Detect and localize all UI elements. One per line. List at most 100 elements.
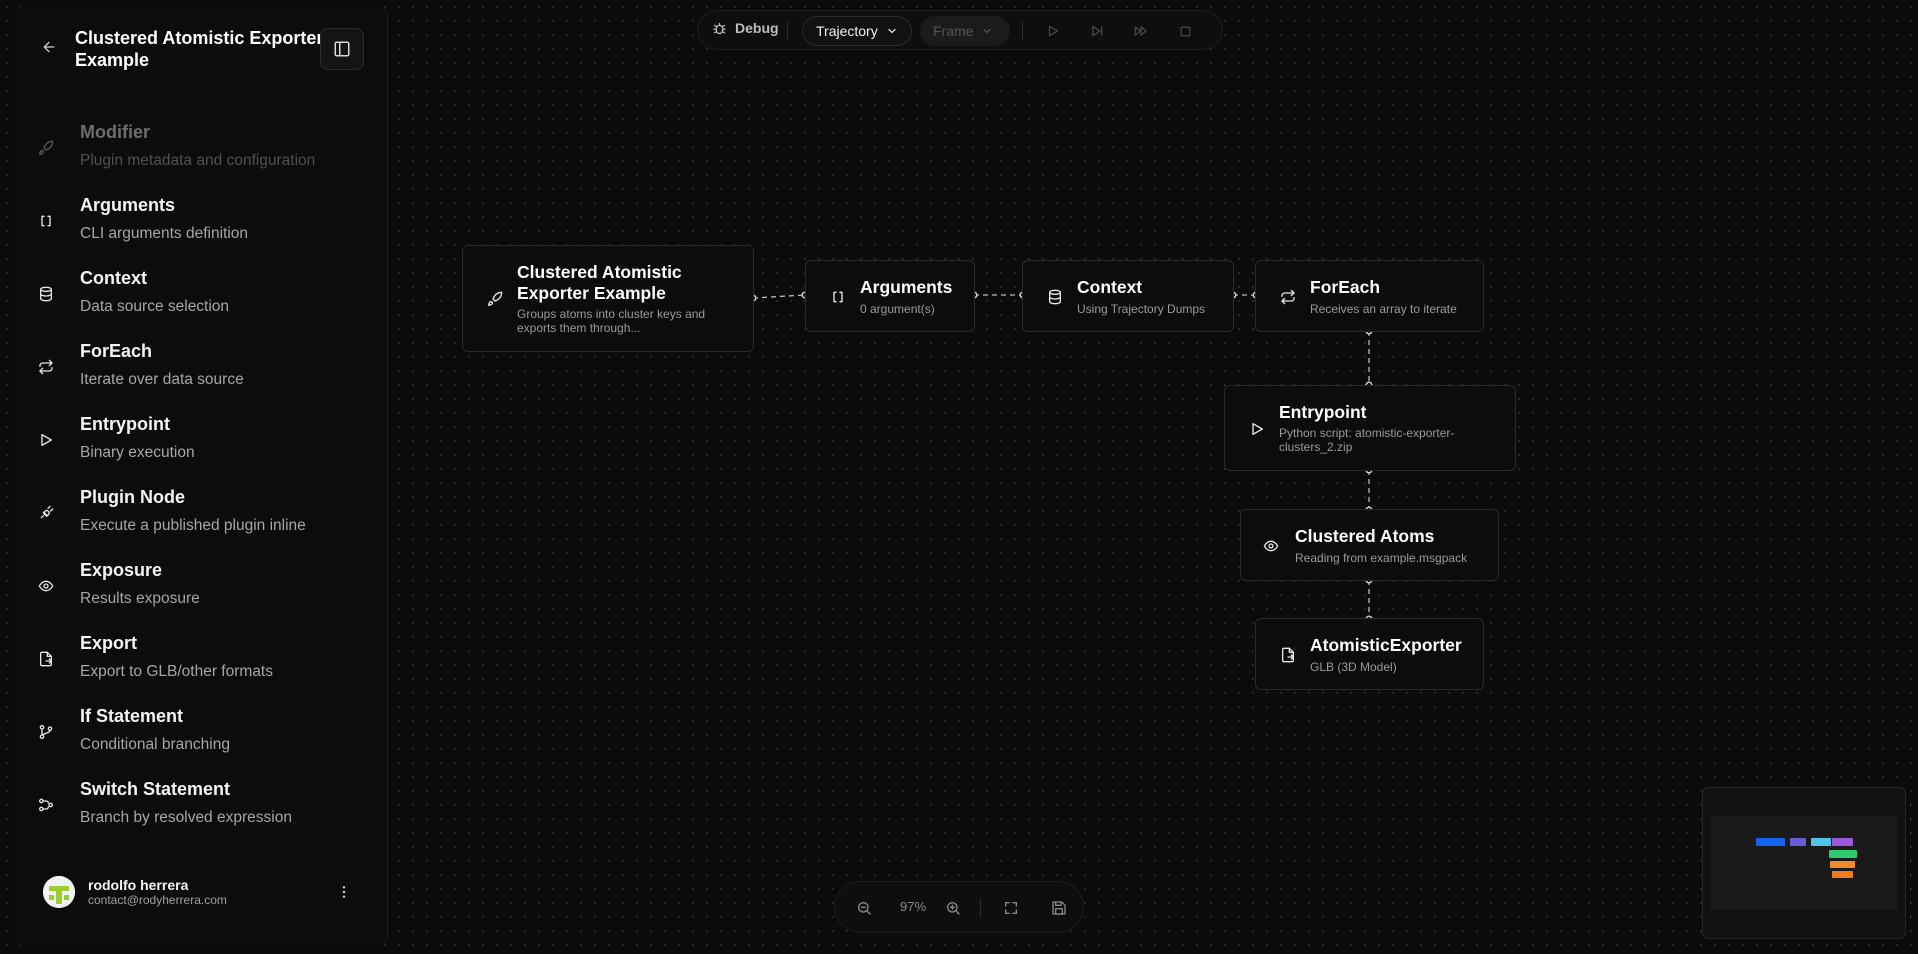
frame-label: Frame (933, 23, 974, 39)
sidebar-item-foreach[interactable]: ForEach Iterate over data source (16, 341, 388, 414)
rocket-icon (38, 140, 54, 156)
node-title: Clustered Atoms (1295, 526, 1435, 546)
node-title: Arguments (860, 277, 953, 297)
zoom-in-button[interactable] (943, 898, 963, 918)
sidebar-header: Clustered Atomistic Exporter Example (16, 6, 388, 96)
plugin-icon (38, 505, 54, 521)
step-forward-icon (1092, 25, 1103, 37)
stop-icon (1180, 26, 1190, 36)
sidebar-item-export[interactable]: Export Export to GLB/other formats (16, 633, 388, 706)
fast-forward-icon (1134, 26, 1147, 36)
back-button[interactable] (38, 36, 60, 58)
file-export-icon (38, 651, 54, 667)
toggle-sidebar-button[interactable] (320, 28, 364, 70)
zoom-out-button[interactable] (854, 898, 874, 918)
repeat-icon (1280, 289, 1296, 305)
sidebar: Clustered Atomistic Exporter Example Mod… (16, 6, 388, 946)
sidebar-panel-icon (334, 41, 350, 57)
toolbar-divider (787, 21, 788, 41)
file-export-icon (1280, 647, 1296, 663)
node-entrypoint[interactable]: Entrypoint Python script: atomistic-expo… (1224, 385, 1516, 471)
sidebar-item-label: Arguments (80, 195, 176, 215)
sidebar-item-description: Iterate over data source (80, 371, 244, 388)
node-title: Entrypoint (1279, 402, 1367, 422)
play-icon (1048, 25, 1059, 37)
save-icon (1052, 901, 1066, 915)
user-email: contact@rodyherrera.com (88, 893, 227, 907)
toolbar-divider (1022, 21, 1023, 41)
sidebar-item-context[interactable]: Context Data source selection (16, 268, 388, 341)
eye-icon (38, 578, 54, 594)
debug-button[interactable]: Debug (712, 20, 779, 36)
eye-icon (1263, 538, 1279, 554)
node-arguments[interactable]: Arguments 0 argument(s) (805, 260, 975, 332)
stop-button[interactable] (1176, 22, 1194, 40)
node-exposure[interactable]: Clustered Atoms Reading from example.msg… (1240, 509, 1499, 581)
sidebar-item-description: Results exposure (80, 590, 200, 607)
zoom-in-icon (947, 902, 960, 915)
sidebar-item-description: Plugin metadata and configuration (80, 152, 316, 169)
sidebar-item-label: Plugin Node (80, 487, 185, 507)
fit-view-button[interactable] (1001, 898, 1021, 918)
avatar[interactable] (43, 876, 75, 908)
zoom-out-icon (858, 902, 871, 915)
zoom-controls: 97% (834, 881, 1084, 933)
minimap[interactable] (1702, 787, 1906, 939)
sidebar-item-description: CLI arguments definition (80, 225, 249, 242)
edge-modifier-arguments (752, 294, 806, 299)
node-title: ForEach (1310, 277, 1381, 297)
minimap-node-entrypoint (1829, 850, 1857, 858)
page-title: Clustered Atomistic Exporter Example (75, 28, 324, 70)
sidebar-item-exposure[interactable]: Exposure Results exposure (16, 560, 388, 633)
minimap-viewport (1711, 816, 1897, 910)
sidebar-item-label: Context (80, 268, 147, 288)
sidebar-item-description: Export to GLB/other formats (80, 663, 273, 680)
sidebar-item-entrypoint[interactable]: Entrypoint Binary execution (16, 414, 388, 487)
zoom-level: 97% (899, 899, 927, 914)
node-title: AtomisticExporter (1310, 635, 1462, 655)
chevron-down-icon (888, 28, 896, 34)
node-foreach[interactable]: ForEach Receives an array to iterate (1255, 260, 1484, 332)
node-subtitle: Using Trajectory Dumps (1077, 302, 1206, 316)
sidebar-item-label: Modifier (80, 122, 150, 142)
node-subtitle: Groups atoms into cluster keys and expor… (517, 307, 706, 335)
node-modifier[interactable]: Clustered Atomistic Exporter Example Gro… (462, 245, 754, 352)
sidebar-item-label: Export (80, 633, 138, 653)
sidebar-item-description: Conditional branching (80, 736, 230, 753)
sidebar-item-label: ForEach (80, 341, 153, 361)
rocket-icon (487, 291, 503, 307)
sidebar-item-label: Exposure (80, 560, 163, 580)
more-vertical-icon (342, 886, 346, 898)
minimap-node-export (1832, 871, 1853, 878)
play-button[interactable] (1044, 22, 1062, 40)
trajectory-select[interactable]: Trajectory (802, 16, 912, 46)
brackets-icon (830, 289, 846, 305)
node-title: Clustered Atomistic Exporter Example (517, 262, 682, 303)
play-icon (38, 432, 54, 448)
step-forward-button[interactable] (1088, 22, 1106, 40)
sidebar-item-if-statement[interactable]: If Statement Conditional branching (16, 706, 388, 779)
minimap-node-context (1811, 838, 1831, 846)
trajectory-label: Trajectory (816, 23, 878, 39)
node-subtitle: GLB (3D Model) (1310, 660, 1397, 674)
user-menu-button[interactable] (334, 882, 354, 902)
frame-select[interactable]: Frame (920, 16, 1010, 46)
zoom-divider (980, 898, 981, 918)
maximize-icon (1005, 902, 1017, 914)
save-button[interactable] (1049, 898, 1069, 918)
node-context[interactable]: Context Using Trajectory Dumps (1022, 260, 1234, 332)
node-subtitle: Python script: atomistic-exporter-cluste… (1279, 426, 1455, 454)
fast-forward-button[interactable] (1132, 22, 1150, 40)
minimap-node-exposure (1830, 861, 1855, 868)
switch-icon (38, 797, 54, 813)
sidebar-item-label: Entrypoint (80, 414, 170, 434)
node-export[interactable]: AtomisticExporter GLB (3D Model) (1255, 618, 1484, 690)
sidebar-item-arguments[interactable]: Arguments CLI arguments definition (16, 195, 388, 268)
sidebar-item-description: Data source selection (80, 298, 230, 315)
sidebar-item-plugin-node[interactable]: Plugin Node Execute a published plugin i… (16, 487, 388, 560)
sidebar-item-label: Switch Statement (80, 779, 231, 799)
user-profile: rodolfo herrera contact@rodyherrera.com (16, 868, 388, 928)
sidebar-item-switch-statement[interactable]: Switch Statement Branch by resolved expr… (16, 779, 388, 852)
sidebar-item-modifier[interactable]: Modifier Plugin metadata and configurati… (16, 122, 388, 195)
sidebar-item-description: Execute a published plugin inline (80, 517, 306, 534)
